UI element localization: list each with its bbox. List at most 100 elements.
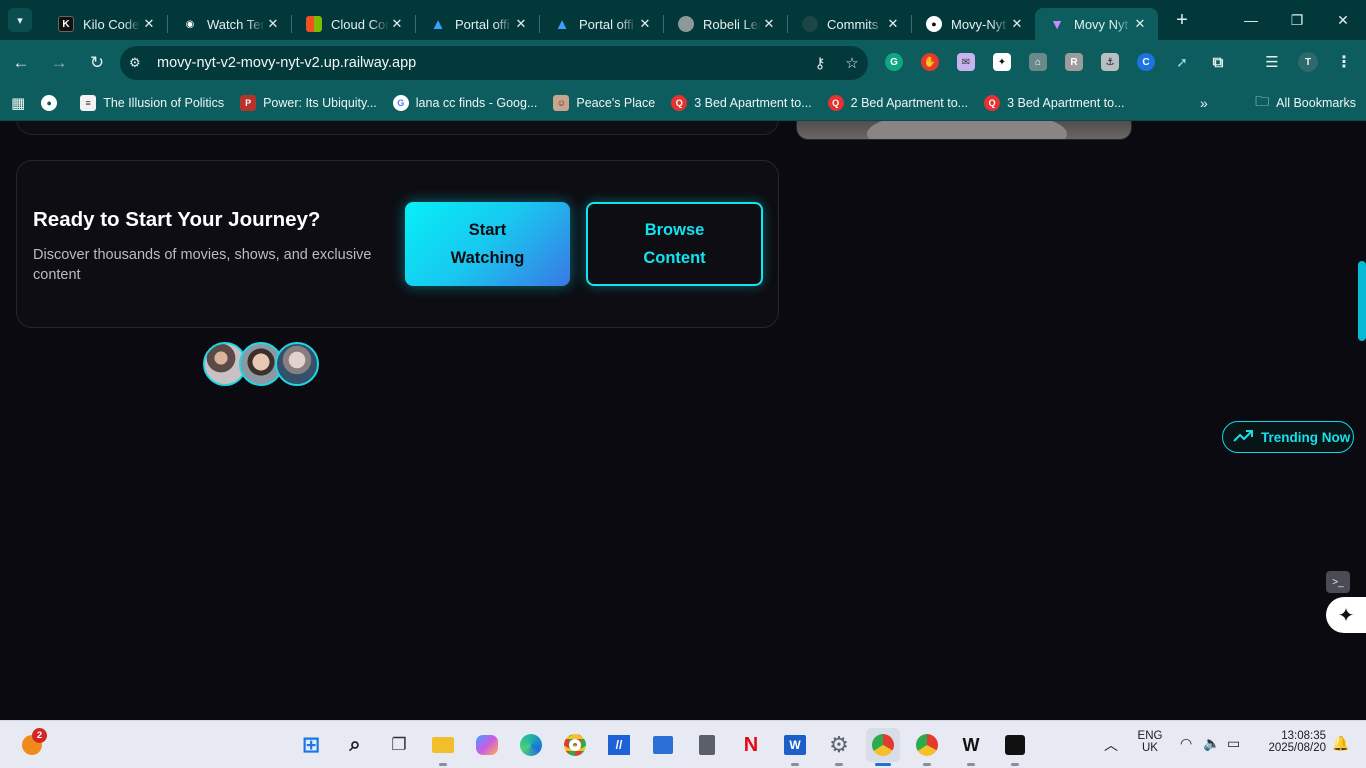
bookmark-item[interactable]: Q 2 Bed Apartment to... (820, 94, 976, 111)
media-control-button[interactable]: ☰ (1258, 48, 1286, 76)
scrollbar-thumb[interactable] (1358, 261, 1366, 341)
minimize-button[interactable]: — (1228, 0, 1274, 40)
side-panel-toggle[interactable]: >_ (1326, 571, 1350, 593)
language-indicator[interactable]: ENG UK (1136, 730, 1164, 754)
extension-5[interactable]: ⌂ (1024, 48, 1052, 76)
tab-4[interactable]: ▲ Portal offi ✕ (540, 8, 663, 40)
grammarly-extension[interactable]: G (880, 48, 908, 76)
start-watching-button[interactable]: Start Watching (405, 202, 570, 286)
bookmark-item[interactable]: Q 3 Bed Apartment to... (663, 94, 819, 111)
tab-6[interactable]: Commits ✕ (788, 8, 911, 40)
extension-6[interactable]: R (1060, 48, 1088, 76)
start-button[interactable]: ⊞ (294, 728, 328, 762)
tab-2[interactable]: Cloud Cor ✕ (292, 8, 415, 40)
extension-9[interactable]: ➚ (1168, 48, 1196, 76)
forward-button[interactable]: → (42, 46, 76, 80)
close-window-button[interactable]: ✕ (1320, 0, 1366, 40)
tab-8-active[interactable]: ▼ Movy Nyt ✕ (1035, 8, 1158, 40)
netflix-app[interactable]: N (734, 728, 768, 762)
more-bookmarks-button[interactable]: » (1200, 95, 1208, 111)
extensions-menu[interactable]: ⧉ (1204, 48, 1232, 76)
chrome-app[interactable] (558, 728, 592, 762)
site-info-icon[interactable]: ⚙ (129, 55, 147, 71)
close-tab-icon[interactable]: ✕ (1132, 16, 1148, 32)
copilot-app[interactable] (470, 728, 504, 762)
bookmark-globe[interactable]: ● (33, 94, 72, 111)
app-box[interactable] (998, 728, 1032, 766)
tab-1[interactable]: ◉ Watch Ter ✕ (168, 8, 291, 40)
bookmark-item[interactable]: ≡ The Illusion of Politics (72, 94, 232, 111)
tab-7[interactable]: ● Movy-Nyt ✕ (912, 8, 1035, 40)
close-tab-icon[interactable]: ✕ (637, 16, 653, 32)
weather-widget[interactable]: 2 (15, 728, 49, 762)
edge-app[interactable] (514, 728, 548, 762)
bookmark-item[interactable]: P Power: Its Ubiquity... (232, 94, 385, 111)
extension-3[interactable]: ✉ (952, 48, 980, 76)
notification-center-icon[interactable]: 🔔 (1332, 735, 1349, 752)
browser-menu-button[interactable]: ⋮ (1330, 48, 1358, 76)
password-key-icon[interactable]: ⚷ (804, 54, 836, 72)
tab-title: Watch Ter (207, 16, 265, 32)
chrome-icon (564, 734, 586, 756)
close-tab-icon[interactable]: ✕ (265, 16, 281, 32)
clock-date: 2025/08/20 (1268, 742, 1326, 754)
notification-badge: 2 (32, 728, 47, 743)
close-tab-icon[interactable]: ✕ (513, 16, 529, 32)
trending-now-button[interactable]: Trending Now (1222, 421, 1354, 453)
kebab-menu-icon: ⋮ (1336, 54, 1352, 71)
browse-content-button[interactable]: Browse Content (586, 202, 763, 286)
battery-icon[interactable]: ▭ (1227, 735, 1240, 752)
clock[interactable]: 13:08:35 2025/08/20 (1254, 730, 1326, 754)
calculator-app[interactable] (690, 728, 724, 762)
search-button[interactable]: ⌕ (338, 728, 372, 762)
tab-title: Portal offi (579, 16, 634, 32)
task-view-button[interactable]: ❐ (382, 728, 416, 762)
word-app[interactable]: W (778, 728, 812, 766)
bookmark-item[interactable]: Q 3 Bed Apartment to... (976, 94, 1132, 111)
all-bookmarks-button[interactable]: 🗀 All Bookmarks (1255, 85, 1356, 121)
volume-icon[interactable]: 🔈 (1203, 735, 1220, 752)
bookmark-label: The Illusion of Politics (103, 95, 225, 110)
ai-assistant-button[interactable]: ✦ (1326, 597, 1366, 633)
close-tab-icon[interactable]: ✕ (389, 16, 405, 32)
address-bar[interactable]: ⚙ movy-nyt-v2-movy-nyt-v2.up.railway.app… (120, 46, 868, 80)
apps-button[interactable]: ▦ (0, 94, 33, 112)
file-explorer-app[interactable] (426, 728, 460, 766)
tab-0[interactable]: K Kilo Code ✕ (44, 8, 167, 40)
url-text[interactable]: movy-nyt-v2-movy-nyt-v2.up.railway.app (157, 55, 804, 71)
stop-extension[interactable]: ✋ (916, 48, 944, 76)
bookmark-item[interactable]: Glana cc finds - Goog... (385, 94, 546, 111)
extension-7[interactable]: ⚓ (1096, 48, 1124, 76)
store-app[interactable] (646, 728, 680, 762)
close-tab-icon[interactable]: ✕ (885, 16, 901, 32)
tab-3[interactable]: ▲ Portal offi ✕ (416, 8, 539, 40)
new-tab-button[interactable]: + (1168, 6, 1196, 34)
back-button[interactable]: ← (4, 46, 38, 80)
settings-app[interactable]: ⚙ (822, 728, 856, 766)
tab-search-button[interactable]: ▾ (8, 8, 32, 32)
profile-button[interactable]: T (1294, 48, 1322, 76)
avatar: T (1298, 52, 1318, 72)
tab-5[interactable]: Robeli Lea ✕ (664, 8, 787, 40)
close-tab-icon[interactable]: ✕ (141, 16, 157, 32)
chrome-profile-app-2[interactable] (910, 728, 944, 766)
app-w[interactable]: W (954, 728, 988, 766)
wifi-icon[interactable]: ◠ (1180, 735, 1192, 752)
extension-4[interactable]: ✦ (988, 48, 1016, 76)
chrome-profile-app[interactable] (866, 728, 900, 766)
extension-8[interactable]: C (1132, 48, 1160, 76)
show-hidden-icons-button[interactable]: ︿ (1104, 735, 1118, 755)
store-icon (653, 736, 673, 754)
tab-title: Cloud Cor (331, 16, 389, 32)
close-tab-icon[interactable]: ✕ (761, 16, 777, 32)
bookmark-star-icon[interactable]: ☆ (836, 54, 868, 72)
tab-title: Commits (827, 16, 879, 32)
restore-button[interactable]: ❐ (1274, 0, 1320, 40)
tab-title: Robeli Lea (703, 16, 761, 32)
bookmark-item[interactable]: ☺ Peace's Place (545, 94, 663, 111)
azure-app[interactable]: // (602, 728, 636, 762)
tab-strip: ▾ K Kilo Code ✕ ◉ Watch Ter ✕ Cloud Cor … (0, 0, 1366, 40)
close-tab-icon[interactable]: ✕ (1009, 16, 1025, 32)
reload-button[interactable]: ↻ (80, 46, 114, 80)
ship-icon: ⚓ (1101, 53, 1119, 71)
